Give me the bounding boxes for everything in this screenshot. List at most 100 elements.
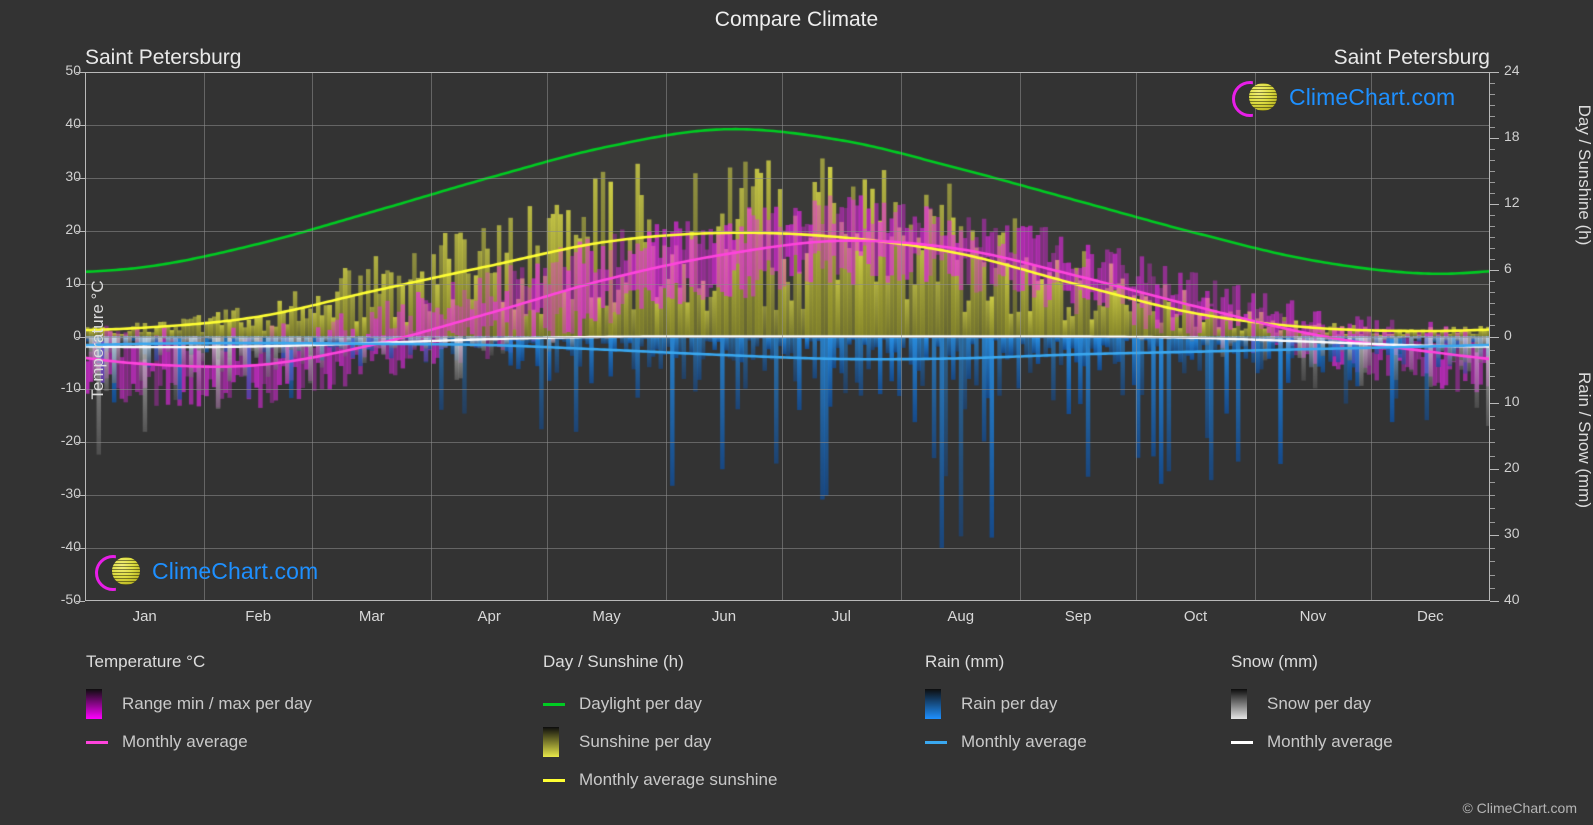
gridline-vertical bbox=[204, 72, 205, 601]
y-tick-day-sunshine: 12 bbox=[1504, 194, 1520, 211]
legend-temperature: Temperature °C Range min / max per day Mo… bbox=[86, 652, 526, 761]
climechart-logo-mark-icon-2 bbox=[95, 554, 147, 591]
y-tickmark-right-minor bbox=[1490, 160, 1495, 162]
legend-heading-snow: Snow (mm) bbox=[1231, 652, 1318, 671]
y-tickmark-right bbox=[1490, 534, 1499, 536]
gridline-vertical bbox=[1255, 72, 1256, 601]
y-tick-temperature: 50 bbox=[65, 62, 81, 78]
legend-item[interactable]: Snow per day bbox=[1231, 685, 1531, 723]
legend-item[interactable]: Monthly average bbox=[925, 723, 1225, 761]
legend-item[interactable]: Range min / max per day bbox=[86, 685, 526, 723]
y-tickmark-left bbox=[76, 548, 85, 550]
legend-swatch-box-icon bbox=[925, 689, 941, 719]
y-tickmark-right-minor bbox=[1490, 561, 1495, 563]
legend-item[interactable]: Monthly average bbox=[86, 723, 526, 761]
gridline-vertical bbox=[312, 72, 313, 601]
legend-swatch-line-icon bbox=[543, 778, 565, 782]
climechart-logo-top[interactable]: ClimeChart.com bbox=[1232, 80, 1456, 117]
y-tickmark-right-minor bbox=[1490, 455, 1495, 457]
y-axis-right-label-bottom: Rain / Snow (mm) bbox=[1575, 371, 1593, 509]
legend-heading-day-sunshine: Day / Sunshine (h) bbox=[543, 652, 684, 671]
y-tick-day-sunshine: 18 bbox=[1504, 128, 1520, 145]
y-tickmark-right-minor bbox=[1490, 587, 1495, 589]
y-tick-temperature: -10 bbox=[60, 379, 81, 396]
y-tickmark-right-minor bbox=[1490, 548, 1495, 550]
y-tick-temperature: 10 bbox=[65, 273, 81, 290]
y-tickmark-right-minor bbox=[1490, 325, 1495, 327]
y-tickmark-right bbox=[1490, 138, 1499, 140]
y-tickmark-right-minor bbox=[1490, 303, 1495, 305]
legend-item-label: Monthly average bbox=[961, 732, 1087, 751]
y-tick-rain-snow: 40 bbox=[1504, 591, 1520, 607]
gridline-horizontal bbox=[85, 124, 1490, 126]
logo-text-bottom: ClimeChart.com bbox=[152, 557, 319, 584]
legend-item-label: Daylight per day bbox=[579, 694, 702, 713]
x-tick-month: Apr bbox=[477, 608, 501, 625]
y-tick-temperature: 30 bbox=[65, 167, 81, 184]
legend-item[interactable]: Monthly average bbox=[1231, 723, 1531, 761]
gridline-horizontal bbox=[85, 336, 1490, 338]
y-tickmark-right-minor bbox=[1490, 116, 1495, 118]
y-tick-temperature: 0 bbox=[73, 326, 81, 343]
y-tickmark-right-minor bbox=[1490, 259, 1495, 261]
city-label-left: Saint Petersburg bbox=[85, 46, 242, 69]
y-tick-temperature: -50 bbox=[60, 591, 81, 607]
x-tick-month: Nov bbox=[1299, 608, 1327, 625]
legend-swatch bbox=[543, 702, 567, 706]
y-tickmark-right-minor bbox=[1490, 127, 1495, 129]
y-tickmark-left bbox=[76, 336, 85, 338]
legend-rain: Rain (mm) Rain per day Monthly average bbox=[925, 652, 1225, 761]
y-tickmark-right-minor bbox=[1490, 521, 1495, 523]
gridline-vertical bbox=[1136, 72, 1137, 601]
y-tickmark-right-minor bbox=[1490, 495, 1495, 497]
legend-item[interactable]: Monthly average sunshine bbox=[543, 761, 943, 799]
legend-item-label: Rain per day bbox=[961, 694, 1058, 713]
x-tick-month: Jul bbox=[831, 608, 851, 625]
y-tick-day-sunshine: 0 bbox=[1504, 326, 1512, 343]
legend-swatch bbox=[543, 778, 567, 782]
gridline-horizontal bbox=[85, 548, 1490, 550]
legend-item[interactable]: Daylight per day bbox=[543, 685, 943, 723]
logo-text-top: ClimeChart.com bbox=[1289, 83, 1456, 110]
legend-swatch bbox=[925, 689, 949, 719]
y-axis-right-label-top: Day / Sunshine (h) bbox=[1575, 104, 1593, 246]
y-tickmark-right bbox=[1490, 402, 1499, 404]
legend-heading-temperature: Temperature °C bbox=[86, 652, 206, 671]
logo-sphere-icon-2 bbox=[112, 557, 140, 585]
y-tick-temperature: -40 bbox=[60, 538, 81, 555]
climechart-logo-bottom[interactable]: ClimeChart.com bbox=[95, 554, 319, 591]
legend-items-day-sunshine: Daylight per day Sunshine per day Monthly … bbox=[543, 685, 943, 799]
y-tickmark-right bbox=[1490, 336, 1499, 338]
legend-swatch-line-icon bbox=[1231, 740, 1253, 744]
y-tickmark-left bbox=[76, 230, 85, 232]
legend-item[interactable]: Rain per day bbox=[925, 685, 1225, 723]
y-tickmark-right-minor bbox=[1490, 442, 1495, 444]
y-tickmark-left bbox=[76, 442, 85, 444]
legend-item-label: Monthly average sunshine bbox=[579, 770, 778, 789]
gridline-horizontal bbox=[85, 72, 1490, 73]
copyright-notice: © ClimeChart.com bbox=[1462, 800, 1577, 816]
legend-swatch-box-icon bbox=[1231, 689, 1247, 719]
legend-item[interactable]: Sunshine per day bbox=[543, 723, 943, 761]
legend-swatch-line-icon bbox=[925, 740, 947, 744]
legend-items-snow: Snow per day Monthly average bbox=[1231, 685, 1531, 761]
x-tick-month: May bbox=[592, 608, 621, 625]
y-tickmark-right-minor bbox=[1490, 237, 1495, 239]
y-tickmark-right-minor bbox=[1490, 362, 1495, 364]
gridline-horizontal bbox=[85, 442, 1490, 444]
y-tickmark-right bbox=[1490, 601, 1499, 602]
x-tick-month: Jan bbox=[132, 608, 157, 625]
gridline-horizontal bbox=[85, 230, 1490, 232]
y-tickmark-right-minor bbox=[1490, 281, 1495, 283]
y-tickmark-right-minor bbox=[1490, 226, 1495, 228]
y-tickmark-right bbox=[1490, 270, 1499, 272]
gridline-vertical bbox=[431, 72, 432, 601]
gridline-vertical bbox=[782, 72, 783, 601]
y-tickmark-right-minor bbox=[1490, 389, 1495, 391]
y-tickmark-right bbox=[1490, 468, 1499, 470]
y-tickmark-right-minor bbox=[1490, 292, 1495, 294]
legend-swatch bbox=[1231, 689, 1255, 719]
y-tick-rain-snow: 30 bbox=[1504, 524, 1520, 541]
y-tickmark-right-minor bbox=[1490, 349, 1495, 351]
y-tickmark-right-minor bbox=[1490, 415, 1495, 417]
